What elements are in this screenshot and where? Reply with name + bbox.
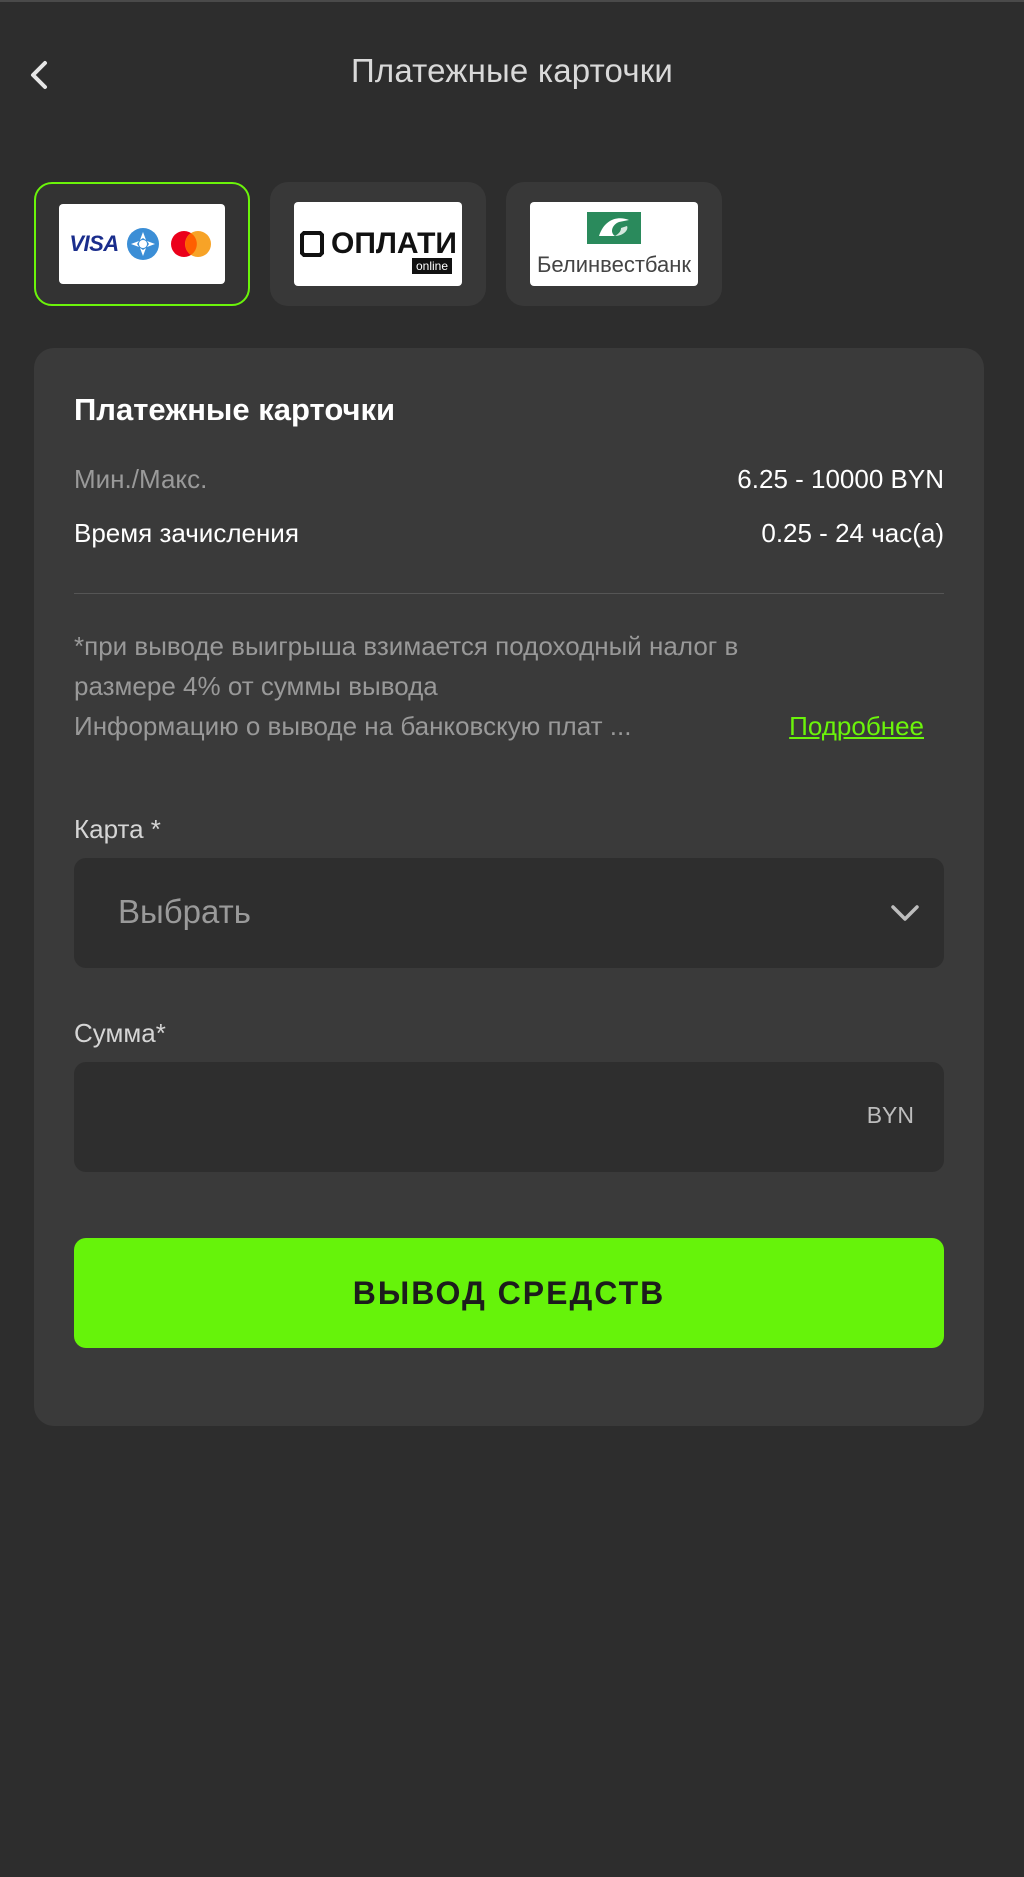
card-select-value: Выбрать	[118, 893, 251, 930]
belinvestbank-emblem-icon	[587, 212, 641, 244]
card-field-label: Карта *	[74, 814, 161, 844]
oplati-square-icon	[299, 231, 324, 257]
time-value: 0.25 - 24 час(а)	[761, 518, 944, 548]
time-label: Время зачисления	[74, 518, 299, 548]
min-max-value: 6.25 - 10000 BYN	[737, 464, 944, 494]
header: Платежные карточки	[0, 30, 1024, 116]
mastercard-icon	[170, 231, 211, 257]
time-row: Время зачисления 0.25 - 24 час(а)	[74, 518, 944, 549]
oplati-logo-sub: online	[411, 258, 452, 274]
tax-note: *при выводе выигрыша взимается подоходны…	[74, 626, 944, 746]
visa-logo-text: VISA	[69, 231, 119, 256]
visa-mastercard-logo: VISA	[59, 204, 225, 284]
amount-input[interactable]	[104, 1092, 808, 1144]
min-max-row: Мин./Макс. 6.25 - 10000 BYN	[74, 464, 944, 495]
payment-methods: VISA ОПЛАТИ online Белинвестбанк	[34, 182, 722, 308]
status-bar-line	[0, 0, 1024, 2]
card-select[interactable]: Выбрать	[74, 858, 944, 968]
amount-field-label: Сумма*	[74, 1018, 166, 1048]
note-line: размере 4% от суммы вывода	[74, 671, 438, 701]
method-tab-belinvestbank[interactable]: Белинвестбанк	[506, 182, 722, 306]
more-link[interactable]: Подробнее	[789, 706, 924, 746]
method-tab-oplati[interactable]: ОПЛАТИ online	[270, 182, 486, 306]
divider	[74, 593, 944, 594]
oplati-logo: ОПЛАТИ online	[294, 202, 462, 286]
note-line: *при выводе выигрыша взимается подоходны…	[74, 631, 739, 661]
method-tab-cards[interactable]: VISA	[34, 182, 250, 306]
page-title: Платежные карточки	[350, 52, 674, 89]
belcard-icon	[126, 228, 159, 260]
withdraw-button[interactable]: ВЫВОД СРЕДСТВ	[74, 1238, 944, 1348]
belinvestbank-logo-text: Белинвестбанк	[536, 252, 692, 277]
chevron-down-icon	[891, 905, 919, 921]
note-line: Информацию о выводе на банковскую плат .…	[74, 706, 924, 746]
belinvestbank-logo: Белинвестбанк	[530, 202, 698, 286]
note-line-text: Информацию о выводе на банковскую плат .…	[74, 711, 632, 741]
oplati-logo-text: ОПЛАТИ	[330, 227, 457, 260]
min-max-label: Мин./Макс.	[74, 464, 208, 494]
amount-field[interactable]: BYN	[74, 1062, 944, 1172]
panel-title: Платежные карточки	[74, 392, 396, 427]
withdraw-panel: Платежные карточки Мин./Макс. 6.25 - 100…	[34, 348, 984, 1426]
amount-currency: BYN	[866, 1102, 914, 1128]
